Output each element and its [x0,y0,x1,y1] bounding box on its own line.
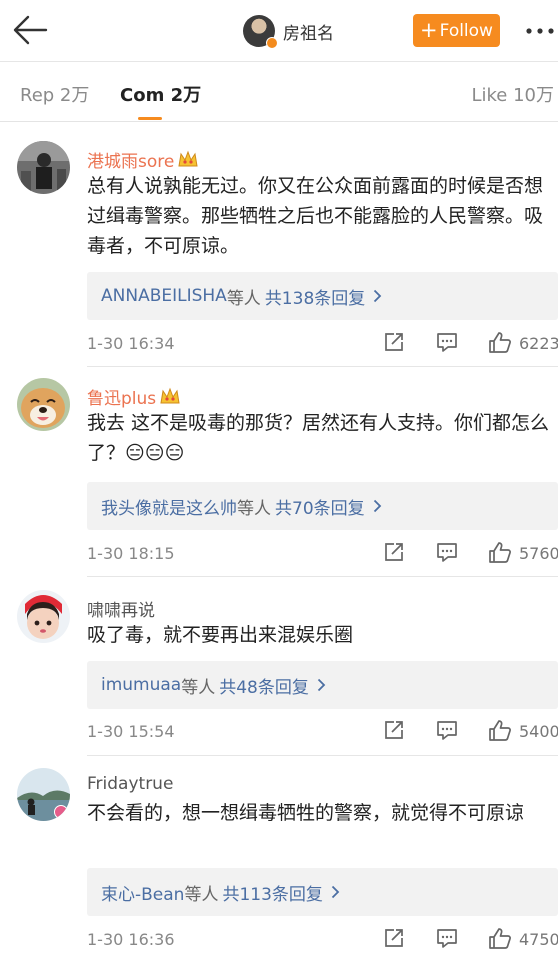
comment-text: 吸了毒，就不要再出来混娱乐圈 [87,624,354,646]
tab-bar: Rep 2万 Com 2万 Like 10万 [0,62,558,122]
reply-summary[interactable]: imumuaa 等人 共48条回复 [87,661,558,709]
more-dots-icon[interactable] [523,22,557,40]
share-icon[interactable] [383,719,405,741]
profile-username[interactable]: 房祖名 [283,19,334,44]
comment-text: 我去 这不是吸毒的那货？居然还有人支持。你们都怎么了？😑😑😑 [87,412,550,464]
reply-suffix: 等人 [184,884,219,905]
profile-header[interactable]: 房祖名 [243,14,334,49]
vip-crown-icon [159,387,181,407]
comment-author[interactable]: 啸啸再说 [87,596,155,621]
reply-count[interactable]: 共70条回复 [275,494,365,519]
tab-comments[interactable]: Com 2万 [120,81,201,107]
divider [87,366,558,367]
comment-time: 1-30 15:54 [87,722,175,741]
vip-crown-icon [177,150,199,170]
like-thumb-icon[interactable] [488,719,512,743]
avatar[interactable] [17,378,70,431]
reply-count[interactable]: 共48条回复 [219,673,309,698]
comment-meta: 1-30 18:15 5760 [0,538,558,572]
divider [87,576,558,577]
comment-icon[interactable] [436,541,458,563]
divider [87,755,558,756]
comment-text: 不会看的，想一想缉毒牺牲的警察，就觉得不可原谅 [87,802,525,824]
reply-summary[interactable]: 我头像就是这么帅 等人 共70条回复 [87,482,558,530]
comment-meta: 1-30 16:36 4750 [0,924,558,958]
avatar[interactable] [17,590,70,643]
like-count: 4750 [519,930,558,949]
comment-author-name[interactable]: 啸啸再说 [87,596,155,621]
follow-button[interactable]: + Follow [413,14,500,47]
reply-summary[interactable]: 束心-Bean 等人 共113条回复 [87,868,558,916]
avatar[interactable] [243,15,278,49]
like-thumb-icon[interactable] [488,331,512,355]
comment-author[interactable]: 鲁迅plus [87,384,181,409]
comment-author-name[interactable]: 港城雨sore [87,147,174,172]
chevron-right-icon [373,499,381,513]
avatar[interactable] [17,768,70,821]
reply-suffix: 等人 [226,288,261,309]
verified-badge-icon [266,37,278,49]
share-icon[interactable] [383,541,405,563]
verified-badge-icon [54,805,68,819]
comment-author[interactable]: Fridaytrue [87,774,173,794]
comment-time: 1-30 16:36 [87,930,175,949]
plus-icon: + [420,18,438,42]
reply-summary[interactable]: ANNABEILISHA 等人 共138条回复 [87,272,558,320]
chevron-right-icon [331,885,340,899]
comment-time: 1-30 18:15 [87,544,175,563]
follow-label: Follow [439,20,493,41]
comment-text: 总有人说孰能无过。你又在公众面前露面的时候是否想过缉毒警察。那些牺牲之后也不能露… [87,175,544,257]
tab-reposts[interactable]: Rep 2万 [20,81,89,107]
reply-user[interactable]: 我头像就是这么帅 [101,494,237,519]
like-thumb-icon[interactable] [488,927,512,951]
reply-count[interactable]: 共138条回复 [265,284,365,309]
tab-likes[interactable]: Like 10万 [471,81,554,107]
top-bar: 房祖名 + Follow [0,0,558,62]
reply-user[interactable]: 束心-Bean [101,880,184,905]
comment-meta: 1-30 15:54 5400 [0,716,558,750]
like-count: 5400 [519,722,558,741]
like-count: 6223 [519,334,558,353]
comment-icon[interactable] [436,927,458,949]
avatar[interactable] [17,141,70,194]
comment-author-name[interactable]: 鲁迅plus [87,384,156,409]
reply-suffix: 等人 [181,677,216,698]
like-count: 5760 [519,544,558,563]
comment-icon[interactable] [436,331,458,353]
share-icon[interactable] [383,927,405,949]
comment-author-name[interactable]: Fridaytrue [87,774,173,794]
comment-author[interactable]: 港城雨sore [87,147,199,172]
reply-suffix: 等人 [237,498,271,519]
comment-time: 1-30 16:34 [87,334,175,353]
back-arrow-icon[interactable] [10,12,50,48]
chevron-right-icon [374,289,382,303]
comment-icon[interactable] [436,719,458,741]
active-tab-indicator [138,117,162,120]
reply-user[interactable]: ANNABEILISHA [101,286,227,306]
share-icon[interactable] [383,331,405,353]
like-thumb-icon[interactable] [488,541,512,565]
reply-user[interactable]: imumuaa [101,675,181,695]
chevron-right-icon [317,678,326,692]
comment-meta: 1-30 16:34 6223 [0,328,558,362]
reply-count[interactable]: 共113条回复 [222,880,322,905]
